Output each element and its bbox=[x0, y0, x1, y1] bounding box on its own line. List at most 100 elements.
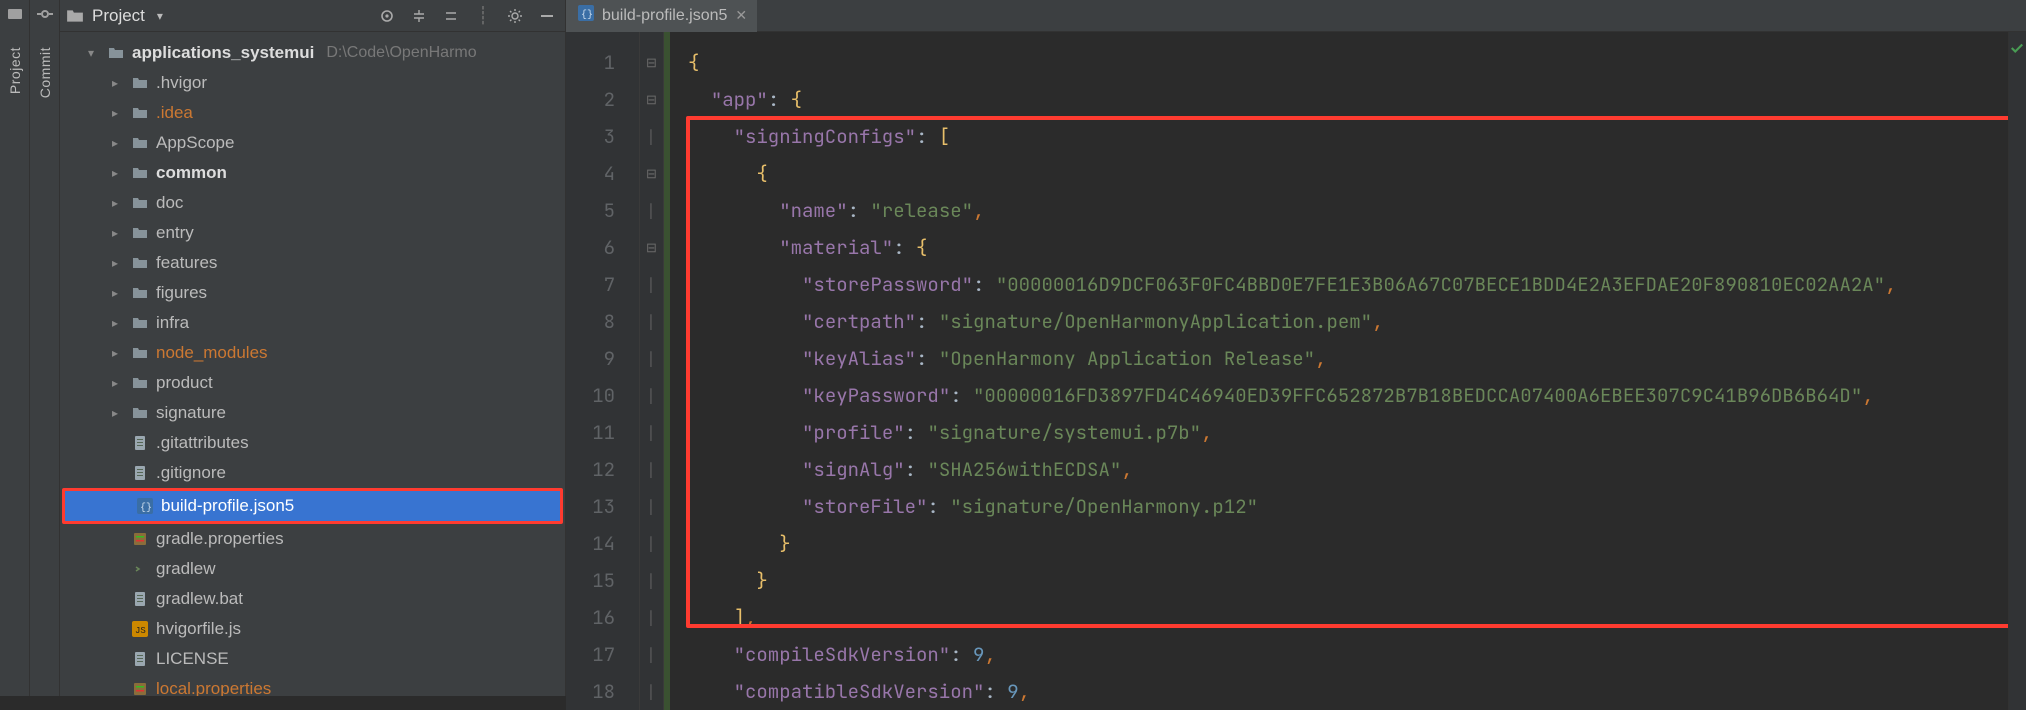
folder-icon bbox=[130, 195, 150, 211]
fold-gutter[interactable]: ⊟⊟│⊟│⊟││││││││││││ bbox=[640, 32, 664, 710]
tree-folder-features[interactable]: ▸ features bbox=[60, 248, 565, 278]
line-number-gutter: 123456789101112131415161718 bbox=[566, 32, 640, 710]
close-tab-icon[interactable]: ✕ bbox=[735, 7, 747, 24]
tree-item-label: build-profile.json5 bbox=[161, 496, 294, 516]
tree-item-label: gradlew.bat bbox=[156, 589, 243, 609]
expand-arrow-icon[interactable]: ▸ bbox=[106, 166, 124, 180]
tree-item-label: features bbox=[156, 253, 217, 273]
file-icon bbox=[130, 591, 150, 607]
folder-icon bbox=[130, 135, 150, 151]
error-stripe[interactable] bbox=[2008, 32, 2026, 710]
tree-item-label: doc bbox=[156, 193, 183, 213]
expand-arrow-icon[interactable]: ▸ bbox=[106, 346, 124, 360]
tree-item-label: AppScope bbox=[156, 133, 234, 153]
json-file-icon: {} bbox=[578, 5, 594, 26]
tree-item-label: .gitattributes bbox=[156, 433, 249, 453]
project-tool-tab[interactable]: Project bbox=[7, 47, 23, 94]
tree-item-label: common bbox=[156, 163, 227, 183]
folder-icon bbox=[130, 405, 150, 421]
svg-text:{}: {} bbox=[581, 9, 593, 21]
expand-arrow-icon[interactable]: ▸ bbox=[106, 376, 124, 390]
tree-item-label: hvigorfile.js bbox=[156, 619, 241, 639]
file-icon: {} bbox=[135, 498, 155, 514]
file-icon bbox=[130, 465, 150, 481]
tree-item-label: gradlew bbox=[156, 559, 216, 579]
tree-item-label: product bbox=[156, 373, 213, 393]
project-tree[interactable]: ▾applications_systemuiD:\Code\OpenHarmo▸… bbox=[60, 32, 565, 696]
tree-item-label: local.properties bbox=[156, 679, 271, 696]
file-icon bbox=[130, 561, 150, 577]
tree-folder-figures[interactable]: ▸ figures bbox=[60, 278, 565, 308]
folder-icon bbox=[130, 375, 150, 391]
commit-tool-tab[interactable]: Commit bbox=[37, 47, 53, 98]
expand-arrow-icon[interactable]: ▸ bbox=[106, 226, 124, 240]
tree-item-label: applications_systemui bbox=[132, 43, 314, 63]
expand-arrow-icon[interactable]: ▾ bbox=[82, 46, 100, 60]
tree-folder-signature[interactable]: ▸ signature bbox=[60, 398, 565, 428]
project-panel-header: Project ▾ ┊ bbox=[60, 0, 565, 32]
tree-folder-AppScope[interactable]: ▸ AppScope bbox=[60, 128, 565, 158]
collapse-all-icon[interactable] bbox=[439, 4, 463, 28]
vcs-change-bar bbox=[664, 32, 670, 710]
tree-item-label: gradle.properties bbox=[156, 529, 284, 549]
editor-tab-bar: {} build-profile.json5 ✕ bbox=[566, 0, 2026, 32]
file-icon bbox=[130, 435, 150, 451]
tree-file-local-properties[interactable]: local.properties bbox=[60, 674, 565, 696]
expand-arrow-icon[interactable]: ▸ bbox=[106, 136, 124, 150]
tree-folder--idea[interactable]: ▸.idea bbox=[60, 98, 565, 128]
tree-file--gitignore[interactable]: .gitignore bbox=[60, 458, 565, 488]
folder-icon bbox=[66, 7, 84, 25]
project-view-dropdown-icon[interactable]: ▾ bbox=[157, 9, 163, 23]
project-tool-icon[interactable] bbox=[7, 6, 23, 27]
commit-tool-icon[interactable] bbox=[37, 6, 53, 27]
expand-arrow-icon[interactable]: ▸ bbox=[106, 286, 124, 300]
tree-file--gitattributes[interactable]: .gitattributes bbox=[60, 428, 565, 458]
folder-icon bbox=[130, 105, 150, 121]
tree-folder-entry[interactable]: ▸ entry bbox=[60, 218, 565, 248]
tree-root[interactable]: ▾applications_systemuiD:\Code\OpenHarmo bbox=[60, 38, 565, 68]
tree-item-label: infra bbox=[156, 313, 189, 333]
tree-file-gradlew-bat[interactable]: gradlew.bat bbox=[60, 584, 565, 614]
expand-all-icon[interactable] bbox=[407, 4, 431, 28]
expand-arrow-icon[interactable]: ▸ bbox=[106, 316, 124, 330]
tree-folder-infra[interactable]: ▸ infra bbox=[60, 308, 565, 338]
tree-folder-common[interactable]: ▸ common bbox=[60, 158, 565, 188]
highlight-box-tree: {} build-profile.json5 bbox=[62, 488, 563, 524]
tree-folder-product[interactable]: ▸ product bbox=[60, 368, 565, 398]
select-opened-file-icon[interactable] bbox=[375, 4, 399, 28]
svg-text:JS: JS bbox=[135, 626, 146, 636]
tree-folder--hvigor[interactable]: ▸.hvigor bbox=[60, 68, 565, 98]
tree-file-LICENSE[interactable]: LICENSE bbox=[60, 644, 565, 674]
expand-arrow-icon[interactable]: ▸ bbox=[106, 106, 124, 120]
expand-arrow-icon[interactable]: ▸ bbox=[106, 406, 124, 420]
expand-arrow-icon[interactable]: ▸ bbox=[106, 256, 124, 270]
editor-tab-build-profile[interactable]: {} build-profile.json5 ✕ bbox=[566, 0, 757, 32]
folder-icon bbox=[130, 255, 150, 271]
analysis-ok-icon bbox=[2010, 40, 2024, 54]
hide-panel-icon[interactable] bbox=[535, 4, 559, 28]
code-editor[interactable]: { "app": { "signingConfigs": [ { "name":… bbox=[672, 32, 2008, 710]
folder-icon bbox=[106, 45, 126, 61]
expand-arrow-icon[interactable]: ▸ bbox=[106, 196, 124, 210]
settings-icon[interactable] bbox=[503, 4, 527, 28]
folder-icon bbox=[130, 285, 150, 301]
editor-area: {} build-profile.json5 ✕ 123456789101112… bbox=[566, 0, 2026, 696]
divider-icon: ┊ bbox=[471, 4, 495, 28]
file-icon bbox=[130, 531, 150, 547]
tree-file-build-profile-json5[interactable]: {} build-profile.json5 bbox=[65, 491, 560, 521]
tree-folder-doc[interactable]: ▸ doc bbox=[60, 188, 565, 218]
tree-file-gradlew[interactable]: gradlew bbox=[60, 554, 565, 584]
editor-tab-label: build-profile.json5 bbox=[602, 7, 727, 25]
tree-file-hvigorfile-js[interactable]: JS hvigorfile.js bbox=[60, 614, 565, 644]
tree-file-gradle-properties[interactable]: gradle.properties bbox=[60, 524, 565, 554]
folder-icon bbox=[130, 165, 150, 181]
tree-item-label: signature bbox=[156, 403, 226, 423]
tree-folder-node_modules[interactable]: ▸node_modules bbox=[60, 338, 565, 368]
tree-item-label: entry bbox=[156, 223, 194, 243]
expand-arrow-icon[interactable]: ▸ bbox=[106, 76, 124, 90]
project-view-title[interactable]: Project bbox=[92, 6, 145, 26]
file-icon bbox=[130, 681, 150, 696]
tree-item-label: figures bbox=[156, 283, 207, 303]
tool-strip-left-2: Commit bbox=[30, 0, 60, 696]
folder-icon bbox=[130, 345, 150, 361]
